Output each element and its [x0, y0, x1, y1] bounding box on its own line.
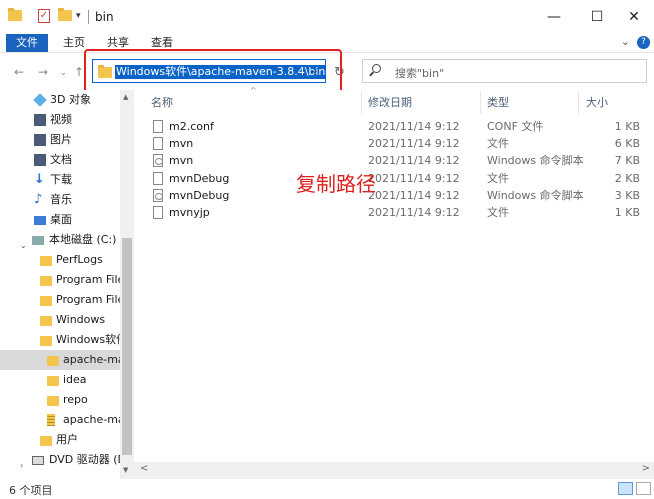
sidebar-item-downloads[interactable]: ↓ 下载	[0, 170, 120, 190]
title-bar: ✓ ▾ bin — ☐ ✕	[0, 0, 654, 34]
sidebar-scrollbar[interactable]: ▲ ▼	[120, 90, 134, 479]
sidebar-item-apache-maven-zip[interactable]: apache-mav	[0, 410, 120, 430]
table-row[interactable]: m2.conf 2021/11/14 9:12 CONF 文件 1 KB	[134, 118, 654, 135]
window-title: bin	[95, 10, 114, 24]
chevron-right-icon[interactable]: ›	[20, 456, 23, 470]
sidebar-item-documents[interactable]: 文档	[0, 150, 120, 170]
divider	[578, 92, 579, 114]
column-header-name[interactable]: 名称	[151, 94, 173, 112]
table-row[interactable]: mvnyjp 2021/11/14 9:12 文件 1 KB	[134, 204, 654, 221]
folder-icon	[47, 356, 59, 366]
zip-icon	[47, 414, 55, 426]
folder-icon	[8, 8, 22, 21]
sidebar-item-music[interactable]: ♪ 音乐	[0, 190, 120, 210]
sidebar-item-windows[interactable]: Windows	[0, 310, 120, 330]
divider	[480, 92, 481, 114]
sidebar-item-program-files[interactable]: Program Files	[0, 270, 120, 290]
file-icon	[153, 137, 163, 150]
folder-icon	[40, 296, 52, 306]
sidebar-item-3d-objects[interactable]: 3D 对象	[0, 90, 120, 110]
sidebar-item-idea[interactable]: idea	[0, 370, 120, 390]
dvd-icon	[32, 456, 44, 465]
table-row[interactable]: mvn 2021/11/14 9:12 文件 6 KB	[134, 135, 654, 152]
sidebar-item-apache-maven[interactable]: apache-mav	[0, 350, 120, 370]
table-row[interactable]: mvn 2021/11/14 9:12 Windows 命令脚本 7 KB	[134, 152, 654, 169]
folder-icon	[40, 436, 52, 446]
scroll-up-icon[interactable]: ▲	[123, 93, 128, 101]
scroll-left-icon[interactable]: <	[140, 463, 148, 474]
column-header-type[interactable]: 类型	[487, 94, 509, 112]
file-icon	[153, 172, 163, 185]
back-arrow-icon[interactable]: ←	[14, 65, 24, 79]
ribbon-collapse-button[interactable]: ⌄	[621, 35, 630, 48]
sidebar-item-repo[interactable]: repo	[0, 390, 120, 410]
maximize-button[interactable]: ☐	[577, 6, 617, 28]
sidebar-item-program-files-x86[interactable]: Program Files	[0, 290, 120, 310]
script-icon	[153, 189, 163, 202]
sidebar-item-pictures[interactable]: 图片	[0, 130, 120, 150]
navigation-pane: 3D 对象 视频 图片 文档 ↓ 下载 ♪ 音乐 桌面 ⌄ 本地磁盘 (C:) …	[0, 90, 134, 479]
scrollbar-thumb[interactable]	[122, 238, 132, 455]
minimize-button[interactable]: —	[534, 6, 574, 28]
recent-dropdown-icon[interactable]: ⌄	[60, 68, 67, 77]
up-arrow-icon[interactable]: ↑	[74, 65, 84, 79]
close-button[interactable]: ✕	[614, 6, 654, 28]
file-list: 名称 修改日期 类型 大小 m2.conf 2021/11/14 9:12 CO…	[134, 90, 654, 479]
3d-objects-icon	[33, 93, 47, 107]
drive-icon	[32, 236, 44, 245]
download-icon: ↓	[34, 172, 45, 187]
sidebar-item-desktop[interactable]: 桌面	[0, 210, 120, 230]
large-icons-view-icon[interactable]	[636, 482, 651, 495]
pictures-icon	[34, 134, 46, 146]
column-header-date[interactable]: 修改日期	[368, 94, 412, 112]
folder-icon	[40, 256, 52, 266]
horizontal-scrollbar[interactable]: < >	[134, 462, 654, 479]
video-icon	[34, 114, 46, 126]
help-icon[interactable]: ?	[637, 36, 650, 49]
sidebar-item-users[interactable]: 用户	[0, 430, 120, 450]
forward-arrow-icon[interactable]: →	[38, 65, 48, 79]
tab-file[interactable]: 文件	[6, 34, 48, 52]
quick-access-dropdown[interactable]: ▾	[76, 11, 81, 21]
highlight-box	[84, 49, 342, 95]
folder-icon	[47, 376, 59, 386]
sidebar-item-perflogs[interactable]: PerfLogs	[0, 250, 120, 270]
documents-icon	[34, 154, 46, 166]
desktop-icon	[34, 216, 46, 225]
sidebar-item-dvd-drive[interactable]: › DVD 驱动器 (D:	[0, 450, 120, 470]
sidebar-item-local-disk-c[interactable]: ⌄ 本地磁盘 (C:)	[0, 230, 120, 250]
folder-icon	[47, 396, 59, 406]
status-bar: 6 个项目	[0, 479, 654, 499]
file-icon	[153, 120, 163, 133]
search-placeholder: 搜索"bin"	[395, 67, 445, 80]
music-icon: ♪	[34, 192, 43, 207]
details-view-icon[interactable]	[618, 482, 633, 495]
sidebar-item-windows-software[interactable]: Windows软件	[0, 330, 120, 350]
search-icon	[372, 64, 381, 73]
table-row[interactable]: mvnDebug 2021/11/14 9:12 文件 2 KB	[134, 170, 654, 187]
folder-icon	[40, 316, 52, 326]
folder-icon	[40, 276, 52, 286]
search-box[interactable]: 搜索"bin"	[362, 59, 647, 83]
new-folder-icon[interactable]	[58, 8, 72, 21]
column-header-size[interactable]: 大小	[586, 94, 608, 112]
divider	[361, 92, 362, 114]
scroll-right-icon[interactable]: >	[642, 463, 650, 474]
divider	[88, 10, 89, 24]
annotation-text: 复制路径	[296, 172, 376, 196]
file-icon	[153, 206, 163, 219]
table-row[interactable]: mvnDebug 2021/11/14 9:12 Windows 命令脚本 3 …	[134, 187, 654, 204]
script-icon	[153, 154, 163, 167]
properties-icon[interactable]: ✓	[38, 9, 50, 23]
chevron-down-icon[interactable]: ⌄	[20, 236, 27, 250]
sidebar-item-videos[interactable]: 视频	[0, 110, 120, 130]
folder-icon	[40, 336, 52, 346]
item-count: 6 个项目	[9, 484, 53, 497]
scroll-down-icon[interactable]: ▼	[123, 466, 128, 474]
